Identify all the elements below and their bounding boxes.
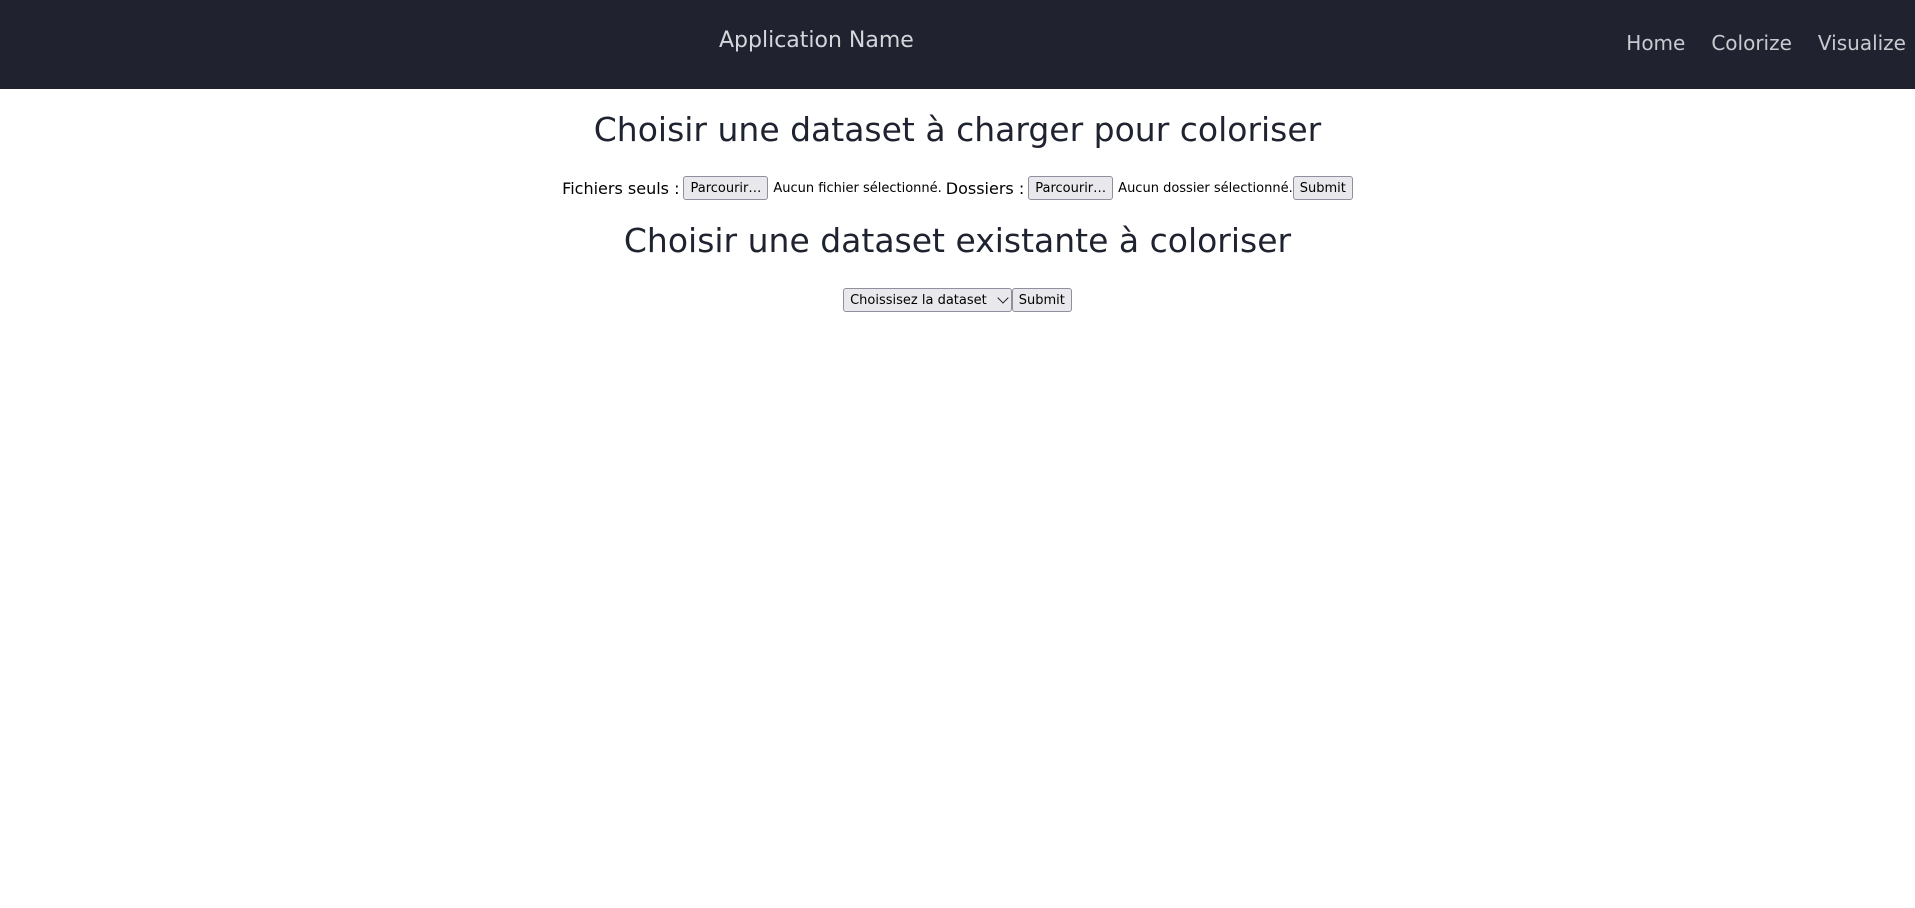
dataset-select[interactable]: Choissisez la dataset — [843, 288, 1012, 312]
app-name[interactable]: Application Name — [719, 28, 914, 53]
folders-browse-button[interactable]: Parcourir… — [1028, 176, 1114, 200]
files-status: Aucun fichier sélectionné. — [773, 180, 942, 196]
folders-label: Dossiers : — [945, 178, 1025, 198]
files-browse-button[interactable]: Parcourir… — [683, 176, 769, 200]
dataset-select-value: Choissisez la dataset — [850, 292, 987, 308]
folders-status: Aucun dossier sélectionné. — [1118, 180, 1293, 196]
existing-submit-button[interactable]: Submit — [1011, 288, 1072, 312]
existing-heading: Choisir une dataset existante à colorise… — [623, 221, 1292, 260]
upload-form: Fichiers seuls : Parcourir… Aucun fichie… — [0, 176, 1915, 200]
existing-form: Choissisez la dataset Submit — [0, 288, 1915, 312]
upload-heading: Choisir une dataset à charger pour color… — [593, 110, 1322, 149]
files-label: Fichiers seuls : — [562, 178, 680, 198]
upload-submit-button[interactable]: Submit — [1292, 176, 1353, 200]
top-navbar: Application Name Home Colorize Visualize — [0, 0, 1915, 89]
chevron-down-icon — [997, 292, 1009, 304]
nav-link-visualize[interactable]: Visualize — [1818, 31, 1906, 55]
nav-link-home[interactable]: Home — [1626, 31, 1685, 55]
nav-links: Home Colorize Visualize — [1626, 31, 1906, 55]
nav-link-colorize[interactable]: Colorize — [1711, 31, 1792, 55]
